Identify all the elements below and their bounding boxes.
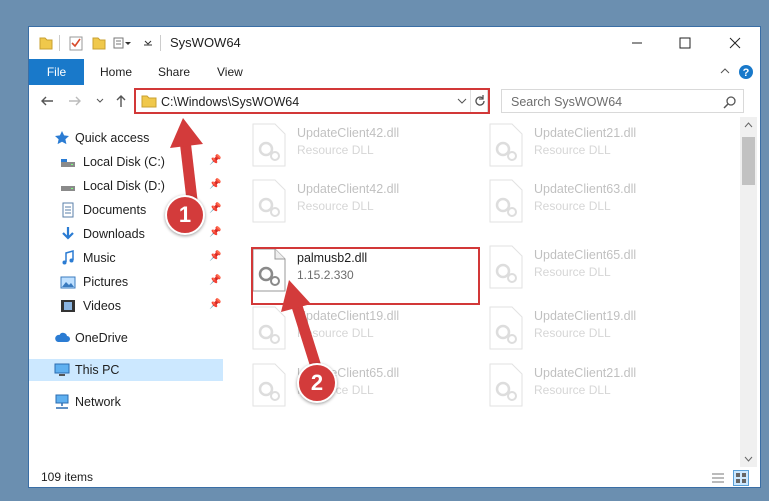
- annotation-arrows: [170, 118, 323, 376]
- callout-step-2: 2: [297, 363, 337, 403]
- callout-step-1: 1: [165, 195, 205, 235]
